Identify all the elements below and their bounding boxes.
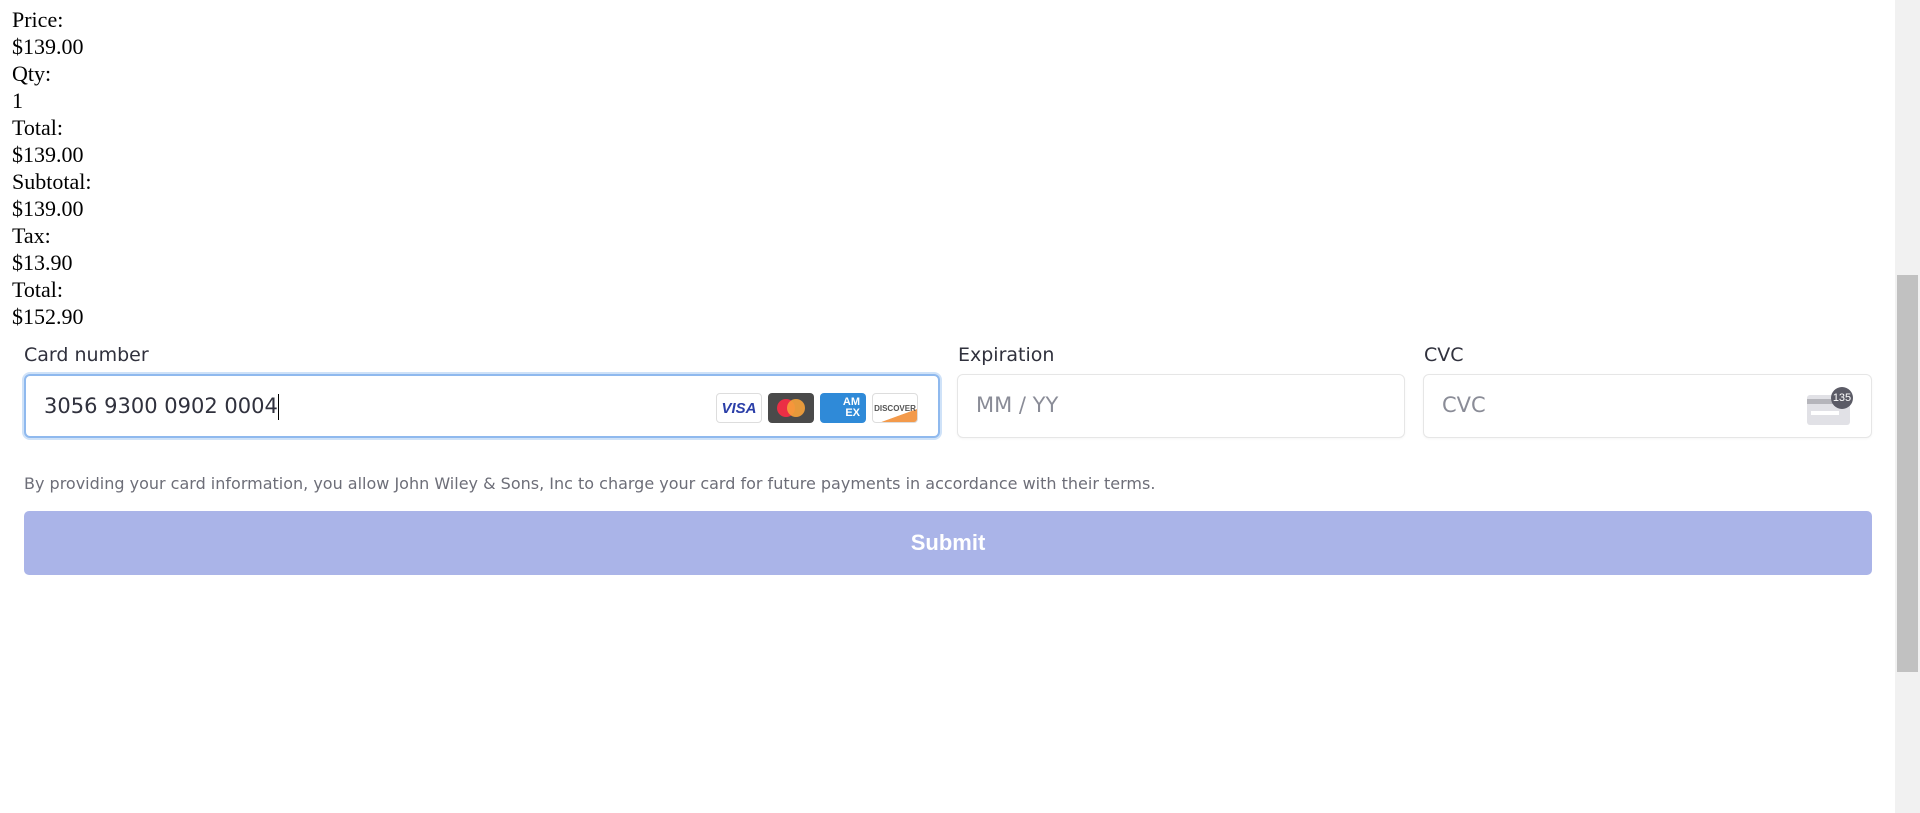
- cvc-label: CVC: [1424, 344, 1464, 366]
- scrollbar[interactable]: [1895, 0, 1920, 813]
- subtotal-label: Subtotal:: [12, 169, 92, 194]
- price-label: Price:: [12, 7, 64, 32]
- mastercard-icon: [768, 393, 814, 423]
- tax-value: $13.90: [12, 250, 73, 275]
- text-caret: [277, 394, 279, 420]
- total-value: $152.90: [12, 304, 84, 329]
- qty-label: Qty:: [12, 61, 52, 86]
- card-number-label: Card number: [24, 344, 149, 366]
- cvc-input[interactable]: CVC 135: [1423, 374, 1872, 438]
- qty-value: 1: [12, 88, 23, 113]
- expiration-placeholder: MM / YY: [976, 393, 1059, 417]
- expiration-label: Expiration: [958, 344, 1055, 366]
- card-brands: VISA AMEX DISCOVER: [716, 393, 918, 423]
- tax-label: Tax:: [12, 223, 51, 248]
- subtotal-value: $139.00: [12, 196, 84, 221]
- submit-button[interactable]: Submit: [24, 511, 1872, 575]
- cvc-placeholder: CVC: [1442, 393, 1486, 417]
- scrollbar-thumb[interactable]: [1897, 275, 1918, 672]
- card-number-value: 3056 9300 0902 0004: [44, 394, 278, 418]
- total-label: Total:: [12, 277, 64, 302]
- discover-icon: DISCOVER: [872, 393, 918, 423]
- expiration-input[interactable]: MM / YY: [957, 374, 1405, 438]
- price-value: $139.00: [12, 34, 84, 59]
- visa-icon: VISA: [716, 393, 762, 423]
- order-summary: Price: $139.00 Qty: 1 Total: $139.00 Sub…: [12, 6, 91, 330]
- line-total-label: Total:: [12, 115, 64, 140]
- amex-logo-text: AMEX: [842, 396, 860, 419]
- terms-text: By providing your card information, you …: [24, 474, 1156, 493]
- cvc-card-icon: 135: [1807, 387, 1853, 425]
- card-number-input[interactable]: 3056 9300 0902 0004 VISA AMEX DISCOVER: [24, 374, 940, 438]
- amex-icon: AMEX: [820, 393, 866, 423]
- cvc-badge: 135: [1831, 387, 1853, 409]
- line-total-value: $139.00: [12, 142, 84, 167]
